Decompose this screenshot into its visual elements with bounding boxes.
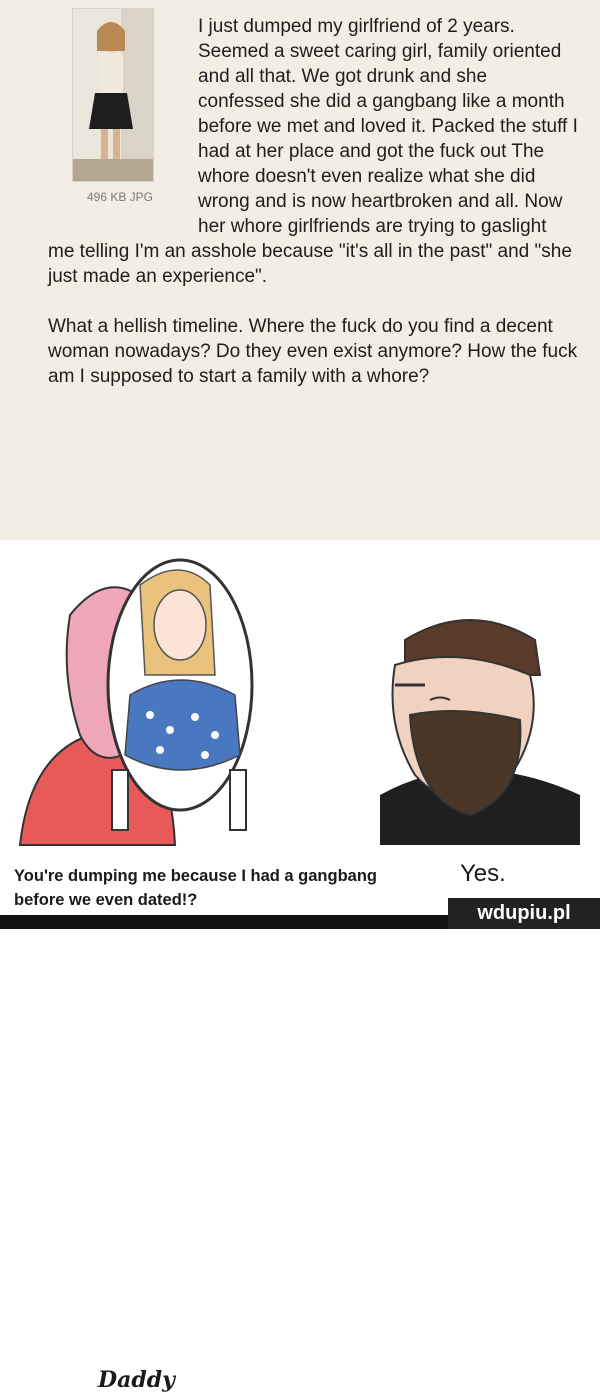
left-caption: You're dumping me because I had a gangba… [14, 867, 378, 909]
post-paragraph: What a hellish timeline. Where the fuck … [48, 316, 578, 387]
floral-dress [124, 679, 241, 771]
bottom-bar [0, 915, 448, 929]
forum-post: 496 KB JPG I just dumped my girlfriend o… [0, 0, 600, 540]
site-watermark: wdupiu.pl [448, 898, 600, 929]
daddy-sign: Daddy [98, 1367, 175, 1393]
right-caption: Yes. [460, 860, 506, 887]
post-body: I just dumped my girlfriend of 2 years. … [48, 14, 578, 414]
reflection-face [153, 589, 207, 661]
mirror-handle [111, 769, 129, 831]
